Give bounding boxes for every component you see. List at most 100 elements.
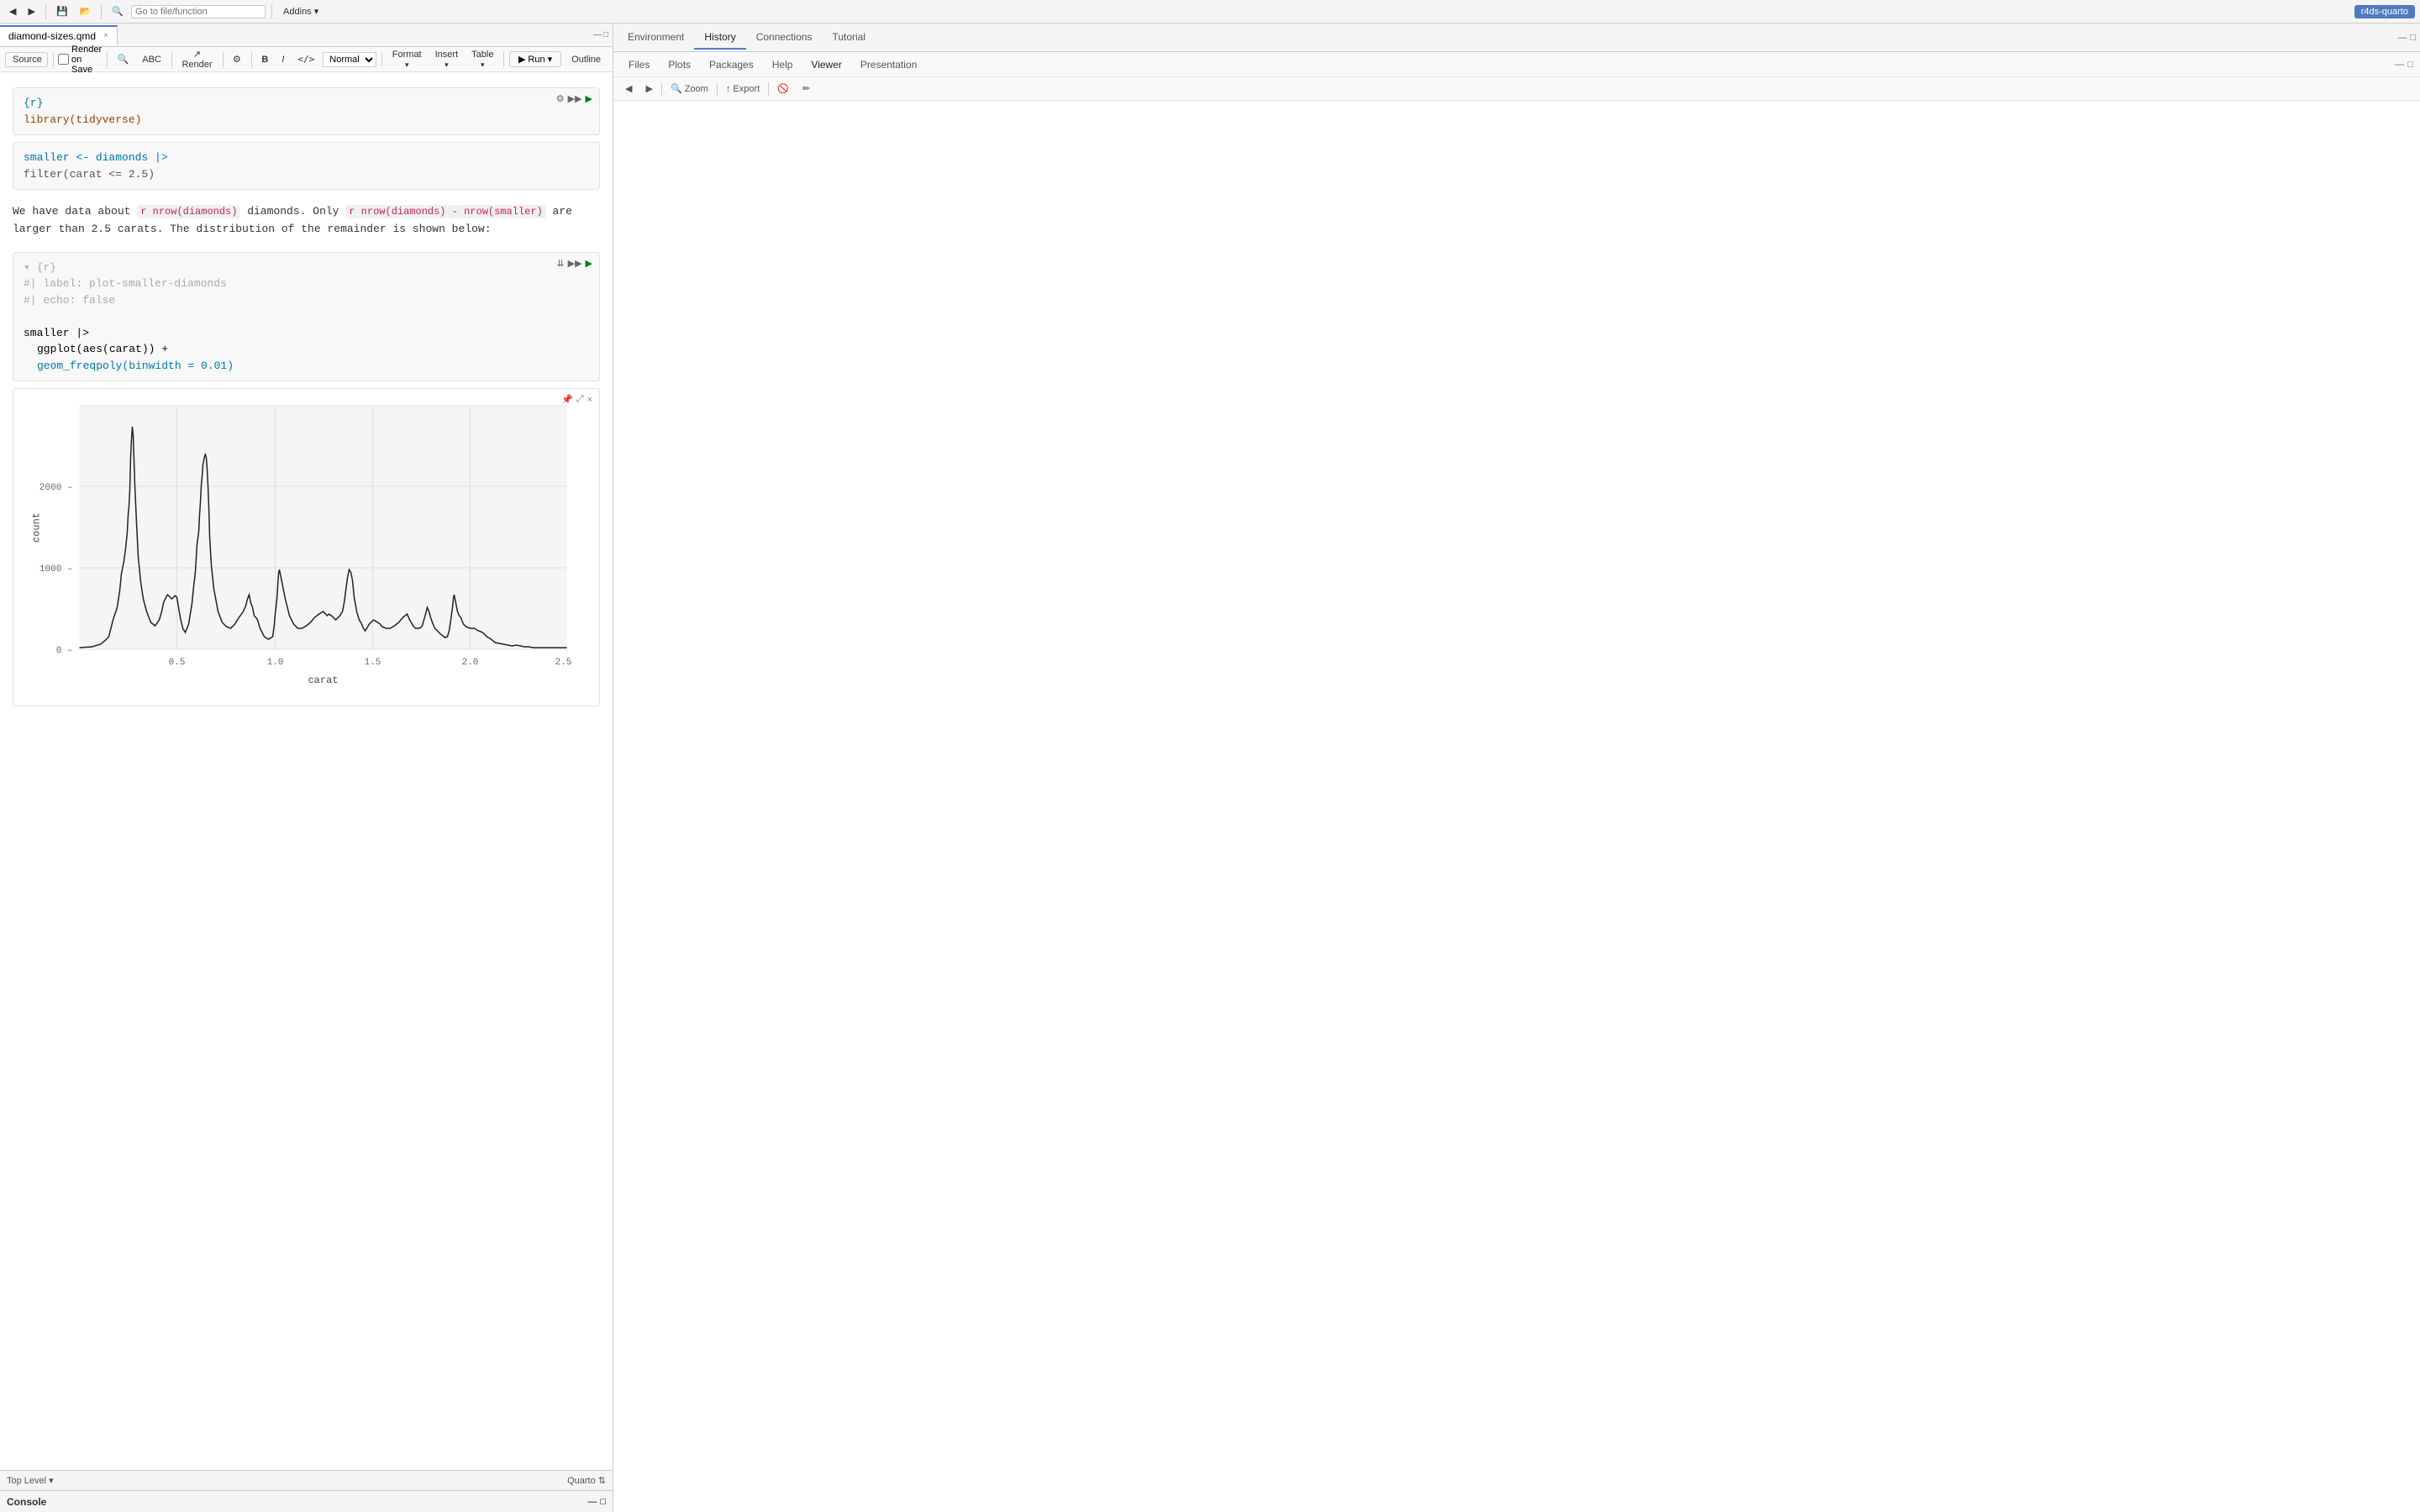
tab-environment[interactable]: Environment <box>618 26 694 50</box>
sep-toolbar3 <box>171 52 172 67</box>
chunk-line-3: geom_freqpoly(binwidth = 0.01) <box>24 358 234 375</box>
chunk-controls-1: ⚙ ▶▶ ▶ <box>556 93 592 104</box>
run-btn[interactable]: ▶ Run ▾ <box>509 51 561 67</box>
plot-pin-btn[interactable]: 📌 <box>561 394 573 405</box>
user-badge: r4ds-quarto <box>2354 5 2415 18</box>
sub-tab-plots[interactable]: Plots <box>660 55 699 74</box>
tab-connections[interactable]: Connections <box>746 26 823 50</box>
chunk-run-btn-2[interactable]: ▶ <box>586 258 592 269</box>
style-select[interactable]: Normal <box>323 52 376 67</box>
chunk-comment-1: #| label: plot-smaller-diamonds <box>24 277 227 290</box>
table-btn[interactable]: Table <box>466 49 498 71</box>
left-pane: diamond-sizes.qmd × — □ Source Visual Re… <box>0 24 613 1512</box>
maximize-right-btn[interactable]: □ <box>2410 33 2416 43</box>
file-tab-controls: — □ <box>593 30 613 39</box>
right-tab-controls: — □ <box>2397 33 2416 43</box>
sep-toolbar6 <box>381 52 382 67</box>
viewer-export-btn[interactable]: ↑ Export <box>721 82 765 96</box>
chunk-run-btn[interactable]: ▶ <box>586 93 592 104</box>
console-minimize-btn[interactable]: — <box>587 1497 597 1507</box>
editor-content[interactable]: ⚙ ▶▶ ▶ {r} library(tidyverse) smaller <-… <box>0 72 613 1470</box>
save-btn[interactable]: 💾 <box>52 5 72 18</box>
render-on-save-checkbox[interactable] <box>58 54 69 65</box>
plot-expand-btn[interactable]: ⤢ <box>576 394 584 405</box>
sub-tab-packages[interactable]: Packages <box>701 55 762 74</box>
render-on-save-label: Render on Save <box>58 45 102 75</box>
console-maximize-btn[interactable]: □ <box>600 1497 606 1507</box>
sep1 <box>45 4 46 19</box>
viewer-back-btn[interactable]: ◀ <box>620 81 637 96</box>
y-label-2000: 2000 – <box>39 483 73 493</box>
minimize-right-btn[interactable]: — <box>2397 33 2407 43</box>
main-area: diamond-sizes.qmd × — □ Source Visual Re… <box>0 24 2420 1512</box>
chunk-expand-btn[interactable]: ⇊ <box>556 258 564 269</box>
insert-btn[interactable]: Insert <box>430 49 464 71</box>
bold-btn[interactable]: B <box>256 54 273 66</box>
plot-close-btn[interactable]: × <box>587 394 592 405</box>
y-label-1000: 1000 – <box>39 564 73 575</box>
viewer-toolbar: ◀ ▶ 🔍 Zoom ↑ Export 🚫 ✏ <box>613 77 2420 101</box>
minimize-sub-btn[interactable]: — <box>2395 60 2404 70</box>
code-btn[interactable]: </> <box>292 53 319 66</box>
run-options-btn[interactable]: ⚙ <box>228 53 246 66</box>
chunk-run-all-btn-2[interactable]: ▶▶ <box>568 258 582 269</box>
chunk-controls-3: ⇊ ▶▶ ▶ <box>556 258 592 269</box>
viewer-clear-btn[interactable]: 🚫 <box>772 81 794 96</box>
x-label-05: 0.5 <box>169 658 186 668</box>
sub-tab-presentation[interactable]: Presentation <box>852 55 925 74</box>
tab-history[interactable]: History <box>694 26 745 50</box>
code-line-1: smaller <- diamonds |> <box>24 151 168 164</box>
nav-fwd-btn[interactable]: ▶ <box>24 5 39 18</box>
code-block-library: ⚙ ▶▶ ▶ {r} library(tidyverse) <box>13 87 600 135</box>
frequency-chart: 0 – 1000 – 2000 – 0.5 1.0 1.5 2.0 2.5 ca… <box>13 389 599 700</box>
italic-btn[interactable]: I <box>276 54 289 66</box>
x-label-10: 1.0 <box>267 658 284 668</box>
inline-code-1: r nrow(diamonds) <box>137 205 240 218</box>
maximize-sub-btn[interactable]: □ <box>2407 60 2413 70</box>
library-call: library(tidyverse) <box>24 113 141 126</box>
prose-block-1: We have data about r nrow(diamonds) diam… <box>13 197 600 245</box>
x-label-20: 2.0 <box>462 658 479 668</box>
viewer-fwd-btn[interactable]: ▶ <box>640 81 657 96</box>
sep-toolbar7 <box>503 52 504 67</box>
source-btn[interactable]: Source <box>6 53 48 66</box>
spell-btn[interactable]: ABC <box>137 54 166 66</box>
search-input[interactable] <box>131 5 266 18</box>
addins-btn[interactable]: Addins ▾ <box>278 5 324 18</box>
sub-tab-help[interactable]: Help <box>764 55 802 74</box>
find-replace-btn[interactable]: 🔍 <box>113 53 134 66</box>
sub-tab-viewer[interactable]: Viewer <box>802 55 850 74</box>
plot-container: 📌 ⤢ × <box>13 388 600 706</box>
maximize-editor-btn[interactable]: □ <box>603 30 608 39</box>
sub-tab-files[interactable]: Files <box>620 55 658 74</box>
nav-back-btn[interactable]: ◀ <box>5 5 20 18</box>
find-btn[interactable]: 🔍 <box>108 5 128 18</box>
chunk-run-all-btn[interactable]: ▶▶ <box>568 93 582 104</box>
right-sub-tabs: Files Plots Packages Help Viewer Present… <box>613 52 2420 77</box>
chunk-settings-btn[interactable]: ⚙ <box>556 93 565 104</box>
viewer-brush-btn[interactable]: ✏ <box>797 81 815 96</box>
minimize-editor-btn[interactable]: — <box>593 30 602 39</box>
viewer-zoom-btn[interactable]: 🔍 Zoom <box>666 81 713 96</box>
chunk-line-1: smaller |> <box>24 327 89 339</box>
viewer-sep3 <box>768 82 769 96</box>
viewer-sep1 <box>661 82 662 96</box>
inline-code-2: r nrow(diamonds) - nrow(smaller) <box>345 205 545 218</box>
status-level[interactable]: Top Level ▾ <box>7 1475 54 1486</box>
open-btn[interactable]: 📂 <box>76 5 96 18</box>
chunk-comment-2: #| echo: false <box>24 294 115 307</box>
y-label-0: 0 – <box>56 646 73 656</box>
chunk-lang-3: ▾ {r} <box>24 261 56 274</box>
render-btn[interactable]: ↗ Render <box>176 48 217 71</box>
console-controls: — □ <box>587 1497 606 1507</box>
status-format[interactable]: Quarto ⇅ <box>567 1475 606 1486</box>
right-sub-tab-controls: — □ <box>2395 60 2413 70</box>
format-btn[interactable]: Format <box>387 49 427 71</box>
file-tab-diamond[interactable]: diamond-sizes.qmd × <box>0 25 118 45</box>
close-icon[interactable]: × <box>103 31 108 40</box>
viewer-sep2 <box>717 82 718 96</box>
x-axis-label: carat <box>308 675 338 686</box>
tab-tutorial[interactable]: Tutorial <box>822 26 876 50</box>
outline-btn[interactable]: Outline <box>565 53 608 66</box>
right-pane: Environment History Connections Tutorial… <box>613 24 2420 1512</box>
